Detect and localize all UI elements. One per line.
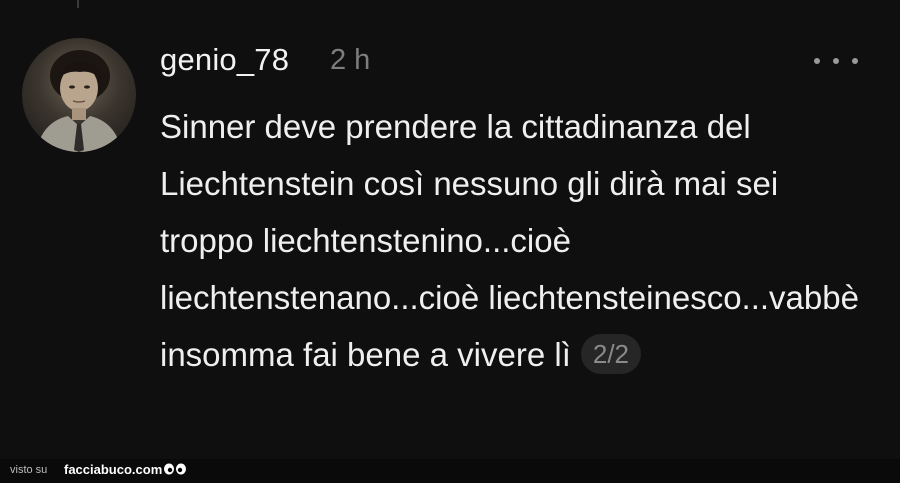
watermark-bar: visto su facciabuco.com xyxy=(0,459,900,483)
thread-line xyxy=(77,0,79,8)
comment-username[interactable]: genio_78 xyxy=(160,42,289,78)
user-avatar[interactable] xyxy=(22,38,136,152)
dot xyxy=(833,58,839,64)
comment-timestamp: 2 h xyxy=(330,44,371,76)
comment-screen: genio_78 2 h Sinner deve prendere la cit… xyxy=(0,0,900,483)
watermark-site: facciabuco.com xyxy=(64,462,163,477)
more-options-icon[interactable] xyxy=(814,47,858,75)
dot xyxy=(852,58,858,64)
avatar-portrait xyxy=(36,50,122,152)
dot xyxy=(814,58,820,64)
comment-text: Sinner deve prendere la cittadinanza del… xyxy=(160,108,859,373)
page-indicator-badge[interactable]: 2/2 xyxy=(580,334,642,375)
comment-body: Sinner deve prendere la cittadinanza del… xyxy=(160,98,860,383)
watermark-prefix: visto su xyxy=(10,464,48,476)
eyes-logo-icon xyxy=(164,463,186,475)
